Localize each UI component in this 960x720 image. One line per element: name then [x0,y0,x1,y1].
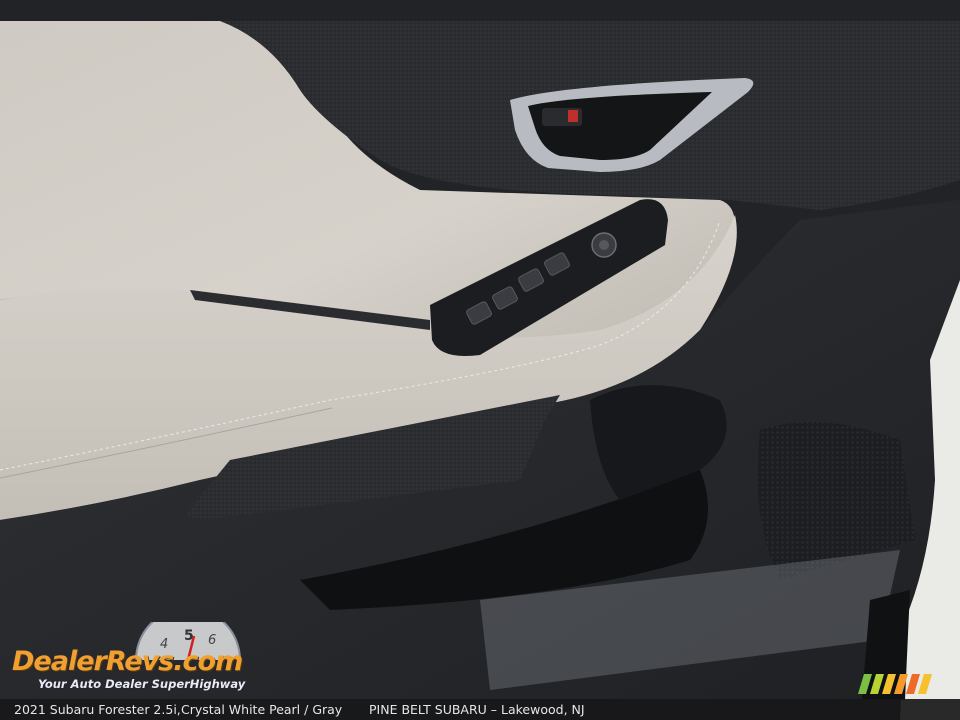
caption-vehicle-bottom: 2021 Subaru Forester 2.5i, [14,702,181,717]
door-panel-photo [0,0,960,720]
logo-tagline: Your Auto Dealer SuperHighway [38,677,246,691]
logo-text: DealerRevs.com [12,646,243,677]
caption-color-bottom: Crystal White Pearl / Gray [181,702,343,717]
dealerrevs-logo: 4 5 6 DealerRevs.com Your Auto Dealer Su… [10,622,270,694]
caption-dealer-bottom: PINE BELT SUBARU – Lakewood, NJ [369,702,585,717]
stripes-icon [858,674,932,694]
caption-bar-bottom: 2021 Subaru Forester 2.5i, Crystal White… [0,699,960,720]
